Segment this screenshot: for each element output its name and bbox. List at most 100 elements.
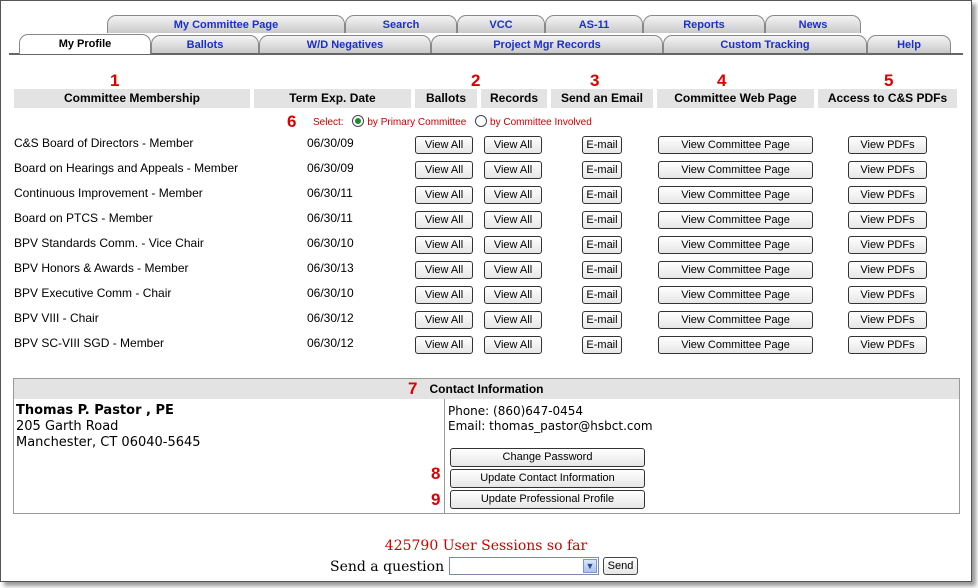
view-committee-page-button[interactable]: View Committee Page: [658, 336, 813, 354]
tab-reports[interactable]: Reports: [643, 15, 765, 33]
term-date: 06/30/11: [307, 186, 353, 200]
radio-primary-committee[interactable]: [352, 115, 365, 127]
change-password-button[interactable]: Change Password: [450, 448, 645, 467]
header-ballots: Ballots: [415, 89, 477, 108]
send-button[interactable]: Send: [603, 557, 638, 575]
view-pdfs-button[interactable]: View PDFs: [848, 211, 927, 229]
records-view-all-button[interactable]: View All: [484, 136, 542, 154]
ballots-view-all-button[interactable]: View All: [415, 236, 473, 254]
ballots-view-all-button[interactable]: View All: [415, 286, 473, 304]
term-date: 06/30/12: [307, 336, 354, 350]
send-question-label: Send a question to:: [330, 559, 468, 575]
view-pdfs-button[interactable]: View PDFs: [848, 286, 927, 304]
email-button[interactable]: E-mail: [582, 236, 622, 254]
committee-name: BPV SC-VIII SGD - Member: [14, 336, 165, 350]
view-pdfs-button[interactable]: View PDFs: [848, 336, 927, 354]
email-button[interactable]: E-mail: [582, 136, 622, 154]
records-view-all-button[interactable]: View All: [484, 311, 542, 329]
email-button[interactable]: E-mail: [582, 261, 622, 279]
records-view-all-button[interactable]: View All: [484, 161, 542, 179]
committee-name: BPV Standards Comm. - Vice Chair: [14, 236, 204, 250]
ballots-view-all-button[interactable]: View All: [415, 336, 473, 354]
chevron-down-icon[interactable]: ▼: [583, 559, 597, 573]
header-committee-membership: Committee Membership: [14, 89, 250, 108]
view-committee-page-button[interactable]: View Committee Page: [658, 211, 813, 229]
records-view-all-button[interactable]: View All: [484, 186, 542, 204]
term-date: 06/30/09: [307, 161, 354, 175]
tab-my-committee-page[interactable]: My Committee Page: [107, 15, 345, 33]
view-pdfs-button[interactable]: View PDFs: [848, 311, 927, 329]
ballots-view-all-button[interactable]: View All: [415, 261, 473, 279]
radio-committee-involved[interactable]: [475, 115, 488, 127]
callout-8: 8: [431, 464, 441, 483]
tab-search[interactable]: Search: [345, 15, 457, 33]
update-contact-information-button[interactable]: Update Contact Information: [450, 469, 645, 488]
term-date: 06/30/10: [307, 236, 354, 250]
term-date: 06/30/13: [307, 261, 354, 275]
tab-project-mgr-records[interactable]: Project Mgr Records: [431, 35, 663, 53]
term-date: 06/30/12: [307, 311, 354, 325]
table-row: BPV VIII - Chair 06/30/12 View All View …: [1, 311, 971, 331]
radio-committee-involved-label[interactable]: by Committee Involved: [490, 117, 592, 128]
header-term-exp-date: Term Exp. Date: [254, 89, 411, 108]
main-window: My Committee Page Search VCC AS-11 Repor…: [0, 0, 972, 582]
email-button[interactable]: E-mail: [582, 211, 622, 229]
tab-as-11[interactable]: AS-11: [545, 15, 643, 33]
view-committee-page-button[interactable]: View Committee Page: [658, 261, 813, 279]
tab-vcc[interactable]: VCC: [457, 15, 545, 33]
view-committee-page-button[interactable]: View Committee Page: [658, 161, 813, 179]
tab-news[interactable]: News: [765, 15, 861, 33]
email-button[interactable]: E-mail: [582, 336, 622, 354]
contact-address: Thomas P. Pastor , PE 205 Garth Road Man…: [14, 399, 445, 513]
table-row: Continuous Improvement - Member 06/30/11…: [1, 186, 971, 206]
committee-name: Continuous Improvement - Member: [14, 186, 203, 200]
ballots-view-all-button[interactable]: View All: [415, 136, 473, 154]
email-button[interactable]: E-mail: [582, 161, 622, 179]
ballots-view-all-button[interactable]: View All: [415, 186, 473, 204]
header-access-pdfs: Access to C&S PDFs: [818, 89, 957, 108]
table-row: BPV SC-VIII SGD - Member 06/30/12 View A…: [1, 336, 971, 356]
tab-ballots[interactable]: Ballots: [151, 35, 259, 53]
email-button[interactable]: E-mail: [582, 311, 622, 329]
committee-name: BPV VIII - Chair: [14, 311, 99, 325]
committee-name: C&S Board of Directors - Member: [14, 136, 194, 150]
term-date: 06/30/10: [307, 286, 354, 300]
callout-1: 1: [110, 71, 120, 90]
radio-primary-committee-label[interactable]: by Primary Committee: [367, 117, 466, 128]
committee-name: BPV Honors & Awards - Member: [14, 261, 189, 275]
question-recipient-select[interactable]: ▼: [449, 557, 599, 575]
view-pdfs-button[interactable]: View PDFs: [848, 236, 927, 254]
view-committee-page-button[interactable]: View Committee Page: [658, 136, 813, 154]
ballots-view-all-button[interactable]: View All: [415, 161, 473, 179]
view-committee-page-button[interactable]: View Committee Page: [658, 311, 813, 329]
tab-wd-negatives[interactable]: W/D Negatives: [259, 35, 431, 53]
view-pdfs-button[interactable]: View PDFs: [848, 136, 927, 154]
records-view-all-button[interactable]: View All: [484, 261, 542, 279]
committee-name: Board on PTCS - Member: [14, 211, 153, 225]
tab-my-profile[interactable]: My Profile: [19, 34, 151, 54]
contact-details: Phone: (860)647-0454 Email: thomas_pasto…: [445, 399, 959, 513]
update-professional-profile-button[interactable]: Update Professional Profile: [450, 490, 645, 509]
view-committee-page-button[interactable]: View Committee Page: [658, 236, 813, 254]
callout-5: 5: [884, 71, 894, 90]
view-pdfs-button[interactable]: View PDFs: [848, 161, 927, 179]
email-button[interactable]: E-mail: [582, 186, 622, 204]
view-pdfs-button[interactable]: View PDFs: [848, 261, 927, 279]
contact-information-header: Contact Information: [14, 379, 959, 399]
view-pdfs-button[interactable]: View PDFs: [848, 186, 927, 204]
ballots-view-all-button[interactable]: View All: [415, 311, 473, 329]
view-committee-page-button[interactable]: View Committee Page: [658, 286, 813, 304]
tab-help[interactable]: Help: [867, 35, 951, 53]
table-row: BPV Honors & Awards - Member 06/30/13 Vi…: [1, 261, 971, 281]
records-view-all-button[interactable]: View All: [484, 211, 542, 229]
email-button[interactable]: E-mail: [582, 286, 622, 304]
callout-7: 7: [408, 379, 418, 398]
view-committee-page-button[interactable]: View Committee Page: [658, 186, 813, 204]
records-view-all-button[interactable]: View All: [484, 336, 542, 354]
header-committee-web-page: Committee Web Page: [657, 89, 814, 108]
ballots-view-all-button[interactable]: View All: [415, 211, 473, 229]
records-view-all-button[interactable]: View All: [484, 236, 542, 254]
committee-name: Board on Hearings and Appeals - Member: [14, 161, 239, 175]
tab-custom-tracking[interactable]: Custom Tracking: [663, 35, 867, 53]
records-view-all-button[interactable]: View All: [484, 286, 542, 304]
